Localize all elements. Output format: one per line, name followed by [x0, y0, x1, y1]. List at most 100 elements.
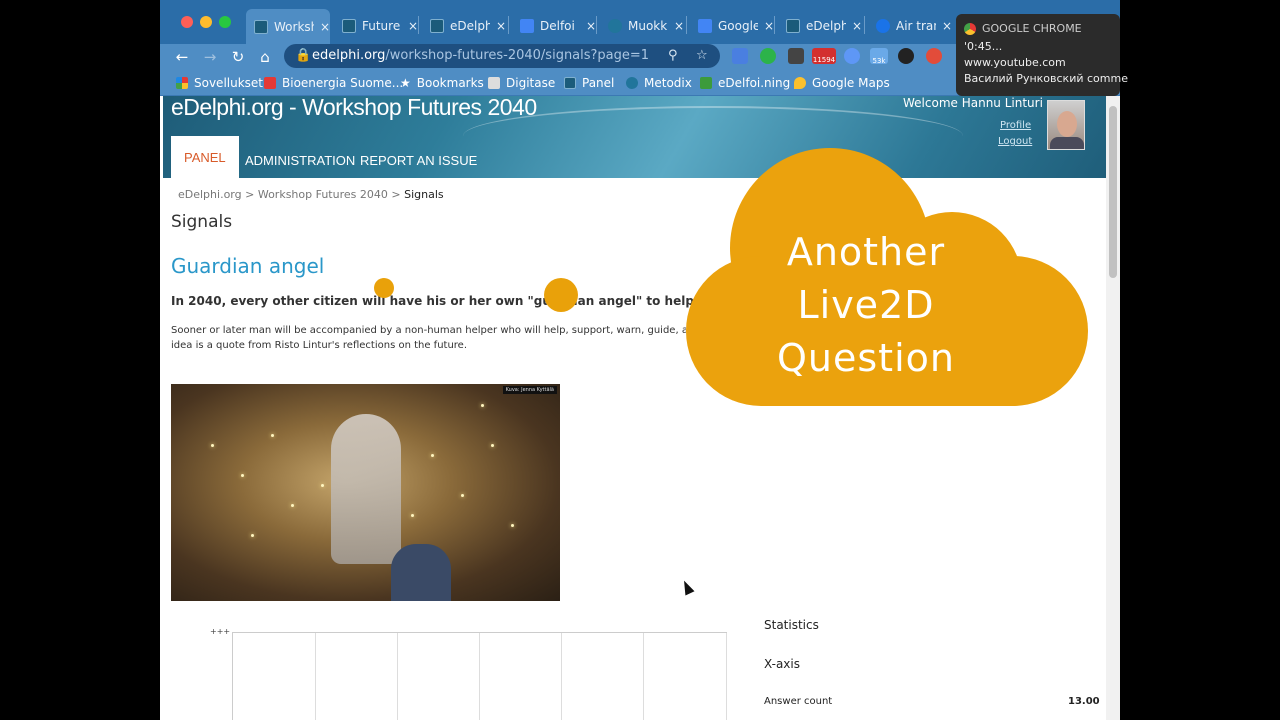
address-bar[interactable]: 🔒 edelphi.org/workshop-futures-2040/sign…	[284, 44, 720, 68]
chart-gridline	[643, 633, 644, 720]
notification-line2: www.youtube.com	[964, 56, 1066, 69]
light-dot	[251, 534, 254, 537]
page-scrollbar[interactable]	[1106, 96, 1120, 720]
translate-extension-icon[interactable]	[732, 48, 748, 64]
chart-gridline	[397, 633, 398, 720]
signal-title[interactable]: Guardian angel	[171, 254, 324, 278]
tab-close-icon[interactable]: ×	[942, 19, 952, 33]
bioenergia-icon	[264, 77, 276, 89]
edelphi-favicon-icon	[254, 19, 268, 34]
bookmark-star-icon[interactable]: ☆	[696, 44, 708, 68]
bookmark-digitase[interactable]: Digitase	[488, 75, 555, 91]
tab-label: Future	[362, 18, 401, 33]
ning-icon	[700, 77, 712, 89]
tab-edelphi[interactable]: eDelphi ×	[422, 12, 506, 39]
back-arrow-icon[interactable]: ←	[172, 47, 192, 67]
signal-body-line1: Sooner or later man will be accompanied …	[171, 325, 686, 336]
cloud-line3: Question	[777, 336, 955, 380]
bookmark-label: eDelfoi.ning	[718, 76, 791, 90]
bookmark-edelfoi-ning[interactable]: eDelfoi.ning	[700, 75, 790, 91]
signal-photo: Kuva: Jenna Kyttälä	[171, 384, 560, 601]
bookmark-panel[interactable]: Panel	[564, 75, 614, 91]
light-dot	[241, 474, 244, 477]
bookmark-bioenergia[interactable]: Bioenergia Suome...	[264, 75, 403, 91]
tab-close-icon[interactable]: ×	[852, 19, 862, 33]
tab-close-icon[interactable]: ×	[496, 19, 506, 33]
nav-tab-panel[interactable]: PANEL	[171, 136, 239, 178]
gmail-extension-badge[interactable]: 11594	[812, 48, 836, 64]
tab-edelphi-2[interactable]: eDelphi ×	[778, 12, 862, 39]
chart-gridline	[479, 633, 480, 720]
globe-icon	[876, 18, 890, 33]
tab-close-icon[interactable]: ×	[408, 19, 418, 33]
tab-future[interactable]: Future ×	[334, 12, 418, 39]
tab-workshop[interactable]: Worksh ×	[246, 9, 330, 44]
chrome-notification[interactable]: GOOGLE CHROME '0:45... www.youtube.com В…	[956, 14, 1128, 96]
bookmark-label: Google Maps	[812, 76, 890, 90]
bookmark-sovellukset[interactable]: Sovellukset	[176, 75, 263, 91]
profile-link[interactable]: Profile	[1000, 120, 1031, 131]
bookmark-google-maps[interactable]: Google Maps	[794, 75, 890, 91]
counter-extension-badge[interactable]: 53k	[870, 48, 888, 65]
signal-body-line2: idea is a quote from Risto Lintur's refl…	[171, 340, 468, 351]
tab-muokkaa[interactable]: Muokk ×	[600, 12, 684, 39]
tab-separator	[774, 16, 775, 34]
google-translate-icon	[698, 18, 712, 33]
tab-separator	[596, 16, 597, 34]
site-title[interactable]: eDelphi.org - Workshop Futures 2040	[171, 96, 537, 121]
nav-tab-report-issue[interactable]: REPORT AN ISSUE	[360, 148, 477, 180]
light-dot	[291, 504, 294, 507]
close-window-button[interactable]	[181, 16, 193, 28]
minimize-window-button[interactable]	[200, 16, 212, 28]
breadcrumb-workshop[interactable]: Workshop Futures 2040	[258, 188, 388, 201]
breadcrumb: eDelphi.org > Workshop Futures 2040 > Si…	[178, 188, 444, 201]
bookmark-bookmarks[interactable]: ★ Bookmarks	[400, 75, 484, 91]
pocket-extension-icon[interactable]	[788, 48, 804, 64]
light-dot	[481, 404, 484, 407]
tab-separator	[508, 16, 509, 34]
tab-close-icon[interactable]: ×	[586, 19, 596, 33]
light-dot	[461, 494, 464, 497]
forward-arrow-icon[interactable]: →	[200, 47, 220, 67]
red-extension-icon[interactable]	[926, 48, 942, 64]
bookmark-label: Panel	[582, 76, 615, 90]
tab-label: Google	[718, 18, 758, 33]
bookmark-label: Metodix	[644, 76, 692, 90]
tab-close-icon[interactable]: ×	[764, 19, 774, 33]
speedometer-extension-icon[interactable]	[898, 48, 914, 64]
light-dot	[321, 484, 324, 487]
scrollbar-thumb[interactable]	[1109, 106, 1117, 278]
light-dot	[511, 524, 514, 527]
logout-link[interactable]: Logout	[998, 136, 1032, 147]
reload-icon[interactable]: ↻	[228, 47, 248, 67]
orange-dot	[374, 278, 394, 298]
notification-app: GOOGLE CHROME	[982, 22, 1082, 35]
home-icon[interactable]: ⌂	[255, 47, 275, 67]
tab-label: eDelphi	[806, 18, 846, 33]
cloud-line1: Another	[786, 230, 946, 274]
green-extension-icon[interactable]	[760, 48, 776, 64]
tab-google[interactable]: Google ×	[690, 12, 774, 39]
nav-tab-administration[interactable]: ADMINISTRATION	[245, 148, 355, 180]
edelphi-favicon-icon	[342, 18, 356, 33]
chart-gridline	[561, 633, 562, 720]
tab-close-icon[interactable]: ×	[674, 19, 684, 33]
bookmark-metodix[interactable]: Metodix	[626, 75, 692, 91]
zoom-icon[interactable]: ⚲	[668, 44, 678, 68]
light-dot	[271, 434, 274, 437]
breadcrumb-root[interactable]: eDelphi.org	[178, 188, 242, 201]
tab-delfoi[interactable]: Delfoi ×	[512, 12, 596, 39]
cloud-text: Another Live2D Question	[686, 226, 1046, 385]
cloud-line2: Live2D	[797, 283, 935, 327]
star-icon: ★	[400, 76, 411, 90]
maximize-window-button[interactable]	[219, 16, 231, 28]
tab-separator	[864, 16, 865, 34]
tab-air-transport[interactable]: Air tran ×	[868, 12, 952, 39]
url-path: /workshop-futures-2040/signals?page=1	[385, 48, 650, 63]
statistics-heading: Statistics	[764, 618, 819, 632]
tab-label: Air tran	[896, 18, 936, 33]
tab-close-icon[interactable]: ×	[320, 20, 330, 34]
avatar[interactable]	[1047, 100, 1085, 150]
answer-count-label: Answer count	[764, 696, 833, 707]
blue-extension-icon[interactable]	[844, 48, 860, 64]
